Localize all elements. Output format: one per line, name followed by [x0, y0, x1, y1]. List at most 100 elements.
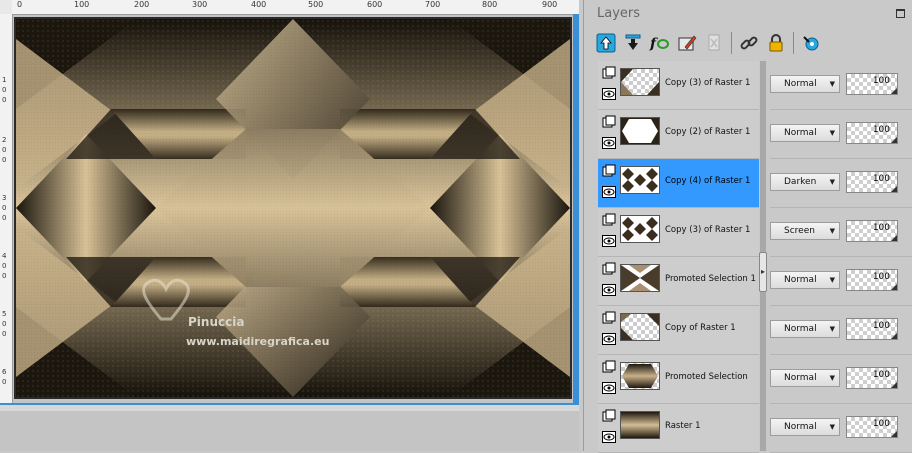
- chevron-down-icon: ▼: [829, 374, 835, 382]
- visibility-eye-icon[interactable]: [602, 186, 616, 198]
- layer-row[interactable]: Copy of Raster 1 Normal ▼ 100: [598, 306, 912, 355]
- ruler-label: 900: [542, 0, 558, 9]
- opacity-field[interactable]: 100: [846, 318, 898, 340]
- layer-properties: Normal ▼ 100: [770, 61, 912, 110]
- opacity-value: 100: [872, 272, 890, 282]
- slider-handle-icon[interactable]: [891, 382, 897, 388]
- layer-thumbnail: [620, 117, 660, 145]
- vertical-scrollbar[interactable]: [573, 14, 579, 406]
- move-layer-up-icon[interactable]: [594, 31, 618, 55]
- layer-properties: Normal ▼ 100: [770, 257, 912, 306]
- layer-row-selected[interactable]: Copy (4) of Raster 1 Darken ▼ 100: [598, 159, 912, 208]
- delete-layer-icon[interactable]: [702, 31, 726, 55]
- slider-handle-icon[interactable]: [891, 137, 897, 143]
- opacity-field[interactable]: 100: [846, 73, 898, 95]
- visibility-eye-icon[interactable]: [602, 235, 616, 247]
- ruler-label: 300: [192, 0, 208, 9]
- layer-row[interactable]: Copy (3) of Raster 1 Normal ▼ 100: [598, 61, 912, 110]
- move-layer-down-icon[interactable]: [621, 31, 645, 55]
- slider-handle-icon[interactable]: [891, 235, 897, 241]
- opacity-field[interactable]: 100: [846, 122, 898, 144]
- refresh-layer-icon[interactable]: [799, 31, 823, 55]
- edit-selection-icon[interactable]: [675, 31, 699, 55]
- layer-name-cell[interactable]: Promoted Selection: [598, 355, 759, 404]
- layer-name: Copy (4) of Raster 1: [665, 176, 751, 186]
- layer-group-icon[interactable]: [602, 213, 616, 227]
- blend-mode-select[interactable]: Darken ▼: [770, 173, 840, 191]
- ruler-label: 800: [482, 0, 498, 9]
- slider-handle-icon[interactable]: [891, 284, 897, 290]
- layer-name: Copy (3) of Raster 1: [665, 78, 751, 88]
- layer-name-cell[interactable]: Copy (2) of Raster 1: [598, 110, 759, 159]
- blend-mode-select[interactable]: Normal ▼: [770, 124, 840, 142]
- opacity-field[interactable]: 100: [846, 367, 898, 389]
- fx-layer-styles-icon[interactable]: f: [648, 31, 672, 55]
- lock-layer-icon[interactable]: [764, 31, 788, 55]
- layer-name-cell[interactable]: Raster 1: [598, 404, 759, 453]
- layer-name-cell[interactable]: Copy (3) of Raster 1: [598, 208, 759, 257]
- opacity-field[interactable]: 100: [846, 416, 898, 438]
- layers-toolbar: f: [594, 29, 826, 57]
- visibility-eye-icon[interactable]: [602, 88, 616, 100]
- layer-thumbnail: [620, 68, 660, 96]
- document-image[interactable]: Pinuccia www.maidiregrafica.eu: [14, 17, 572, 399]
- layer-row[interactable]: Copy (2) of Raster 1 Normal ▼ 100: [598, 110, 912, 159]
- layer-thumbnail: [620, 362, 660, 390]
- layer-group-icon[interactable]: [602, 360, 616, 374]
- link-layers-icon[interactable]: [737, 31, 761, 55]
- layer-name-cell[interactable]: Copy of Raster 1: [598, 306, 759, 355]
- chevron-right-icon: ▸: [761, 267, 766, 276]
- artwork: Pinuccia www.maidiregrafica.eu: [16, 19, 570, 397]
- opacity-field[interactable]: 100: [846, 269, 898, 291]
- opacity-field[interactable]: 100: [846, 171, 898, 193]
- chevron-down-icon: ▼: [829, 276, 835, 284]
- visibility-eye-icon[interactable]: [602, 382, 616, 394]
- canvas-area[interactable]: 0 100 200 300 400 500 600 700 800 900 1 …: [0, 0, 579, 451]
- layer-thumbnail: [620, 264, 660, 292]
- opacity-value: 100: [872, 125, 890, 135]
- visibility-eye-icon[interactable]: [602, 333, 616, 345]
- layer-name: Raster 1: [665, 421, 701, 431]
- visibility-eye-icon[interactable]: [602, 137, 616, 149]
- layer-row[interactable]: Promoted Selection Normal ▼ 100: [598, 355, 912, 404]
- slider-handle-icon[interactable]: [891, 333, 897, 339]
- ruler-label: 6: [2, 368, 7, 376]
- horizontal-ruler: 0 100 200 300 400 500 600 700 800 900: [12, 0, 579, 15]
- layer-group-icon[interactable]: [602, 311, 616, 325]
- visibility-eye-icon[interactable]: [602, 431, 616, 443]
- slider-handle-icon[interactable]: [891, 88, 897, 94]
- layer-group-icon[interactable]: [602, 66, 616, 80]
- blend-mode-select[interactable]: Normal ▼: [770, 369, 840, 387]
- layer-group-icon[interactable]: [602, 409, 616, 423]
- layer-list: Copy (3) of Raster 1 Normal ▼ 100 Copy (2…: [598, 61, 912, 453]
- chevron-down-icon: ▼: [829, 178, 835, 186]
- layer-group-icon[interactable]: [602, 262, 616, 276]
- layer-row[interactable]: Promoted Selection 1 Normal ▼ 100: [598, 257, 912, 306]
- visibility-eye-icon[interactable]: [602, 284, 616, 296]
- layer-name-cell[interactable]: Promoted Selection 1: [598, 257, 759, 306]
- blend-mode-value: Normal: [784, 373, 817, 383]
- layer-properties: Darken ▼ 100: [770, 159, 912, 208]
- layer-group-icon[interactable]: [602, 115, 616, 129]
- column-splitter-handle[interactable]: ▸: [759, 252, 767, 292]
- ruler-label: 0: [2, 330, 7, 338]
- layer-row[interactable]: Copy (3) of Raster 1 Screen ▼ 100: [598, 208, 912, 257]
- blend-mode-select[interactable]: Normal ▼: [770, 75, 840, 93]
- blend-mode-select[interactable]: Screen ▼: [770, 222, 840, 240]
- layer-name-cell[interactable]: Copy (4) of Raster 1: [598, 159, 759, 208]
- layer-properties: Normal ▼ 100: [770, 355, 912, 404]
- slider-handle-icon[interactable]: [891, 431, 897, 437]
- layer-row[interactable]: Raster 1 Normal ▼ 100: [598, 404, 912, 453]
- opacity-field[interactable]: 100: [846, 220, 898, 242]
- opacity-value: 100: [872, 370, 890, 380]
- blend-mode-select[interactable]: Normal ▼: [770, 418, 840, 436]
- layer-group-icon[interactable]: [602, 164, 616, 178]
- panel-maximize-button[interactable]: [896, 9, 905, 18]
- slider-handle-icon[interactable]: [891, 186, 897, 192]
- layer-name-cell[interactable]: Copy (3) of Raster 1: [598, 61, 759, 110]
- blend-mode-select[interactable]: Normal ▼: [770, 271, 840, 289]
- layers-panel: Layers f Copy (3) of Raster 1 Normal ▼ 1…: [583, 0, 912, 453]
- blend-mode-select[interactable]: Normal ▼: [770, 320, 840, 338]
- layer-list-scrollbar[interactable]: [584, 61, 596, 451]
- opacity-value: 100: [872, 174, 890, 184]
